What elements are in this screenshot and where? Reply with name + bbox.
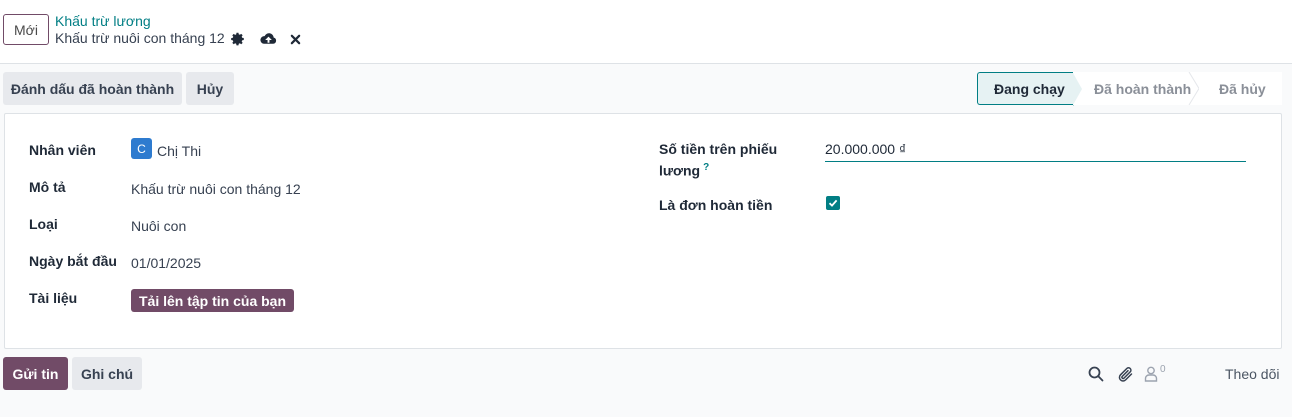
stage-label: Đã hoàn thành bbox=[1094, 80, 1192, 97]
description-label: Mô tả bbox=[29, 179, 66, 195]
form-sheet: Nhân viên C Chị Thi Mô tả Khấu trừ nuôi … bbox=[4, 113, 1282, 349]
upload-button[interactable]: Tải lên tập tin của bạn bbox=[131, 289, 294, 312]
stage-label: Đang chạy bbox=[994, 80, 1065, 97]
breadcrumb-link[interactable]: Khấu trừ lương bbox=[55, 13, 151, 29]
record-title: Khấu trừ nuôi con tháng 12 bbox=[55, 30, 225, 46]
refund-checkbox[interactable] bbox=[826, 196, 840, 210]
document-label: Tài liệu bbox=[29, 290, 78, 306]
gear-icon[interactable] bbox=[229, 30, 247, 48]
help-tooltip-icon[interactable]: ? bbox=[703, 162, 709, 173]
start-date-field[interactable]: 01/01/2025 bbox=[131, 255, 201, 271]
paperclip-icon[interactable] bbox=[1116, 364, 1136, 384]
chatter: Gửi tin Ghi chú 0 Theo dõi bbox=[0, 349, 1292, 417]
amount-label: Số tiền trên phiếu bbox=[659, 141, 777, 157]
employee-value[interactable]: Chị Thi bbox=[157, 143, 201, 159]
amount-label-line1: Số tiền trên phiếu bbox=[659, 141, 778, 157]
description-field[interactable]: Khấu trừ nuôi con tháng 12 bbox=[131, 181, 301, 197]
stage-done[interactable]: Đã hoàn thành bbox=[1073, 72, 1200, 105]
refund-label: Là đơn hoàn tiền bbox=[659, 197, 773, 213]
amount-label-line2: lương bbox=[659, 162, 701, 179]
amount-label-2: lương? bbox=[659, 162, 709, 179]
log-note-button[interactable]: Ghi chú bbox=[72, 357, 142, 390]
avatar: C bbox=[131, 138, 152, 159]
mark-done-button[interactable]: Đánh dấu đã hoàn thành bbox=[3, 72, 182, 105]
send-message-button[interactable]: Gửi tin bbox=[3, 357, 68, 390]
amount-field[interactable]: 20.000.000 ₫ bbox=[825, 141, 1246, 162]
stage-label: Đã hủy bbox=[1219, 80, 1266, 97]
followers-button[interactable]: 0 bbox=[1144, 364, 1170, 384]
start-date-label: Ngày bắt đầu bbox=[29, 253, 117, 269]
follow-button[interactable]: Theo dõi bbox=[1225, 366, 1279, 382]
cloud-upload-icon[interactable] bbox=[259, 30, 277, 48]
search-icon[interactable] bbox=[1086, 364, 1106, 384]
new-button[interactable]: Mới bbox=[3, 14, 49, 45]
follower-count: 0 bbox=[1160, 363, 1166, 375]
stage-pipeline: Đang chạy Đã hoàn thành Đã hủy bbox=[977, 72, 1282, 106]
cancel-button[interactable]: Hủy bbox=[186, 72, 234, 105]
type-field[interactable]: Nuôi con bbox=[131, 218, 186, 234]
stage-running[interactable]: Đang chạy bbox=[977, 72, 1083, 106]
check-icon bbox=[828, 199, 838, 207]
user-icon bbox=[1144, 366, 1158, 382]
control-panel: Mới Khấu trừ lương Khấu trừ nuôi con thá… bbox=[0, 0, 1292, 64]
type-label: Loại bbox=[29, 216, 58, 232]
status-bar: Đánh dấu đã hoàn thành Hủy Đang chạy Đã … bbox=[0, 64, 1292, 114]
close-icon[interactable] bbox=[286, 30, 304, 48]
employee-label: Nhân viên bbox=[29, 142, 96, 158]
stage-cancelled[interactable]: Đã hủy bbox=[1199, 72, 1282, 105]
